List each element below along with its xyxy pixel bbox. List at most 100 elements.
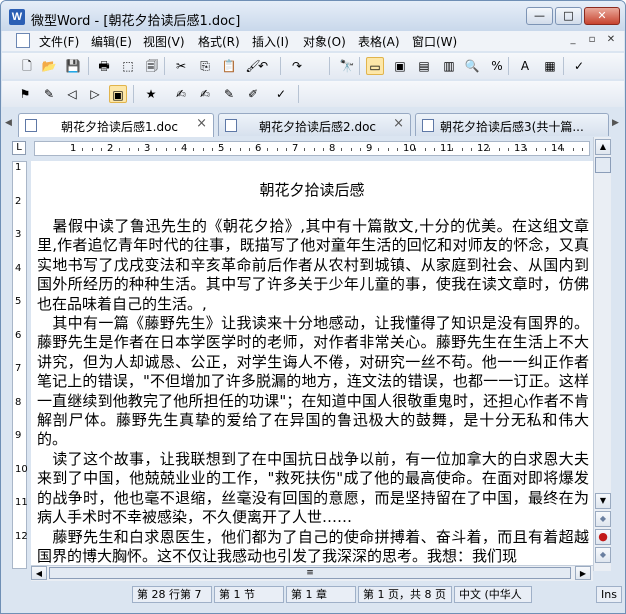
close-button[interactable]: ✕ [584, 7, 620, 25]
ruler-icon[interactable]: ▭ [366, 57, 384, 75]
hscroll-thumb[interactable]: ≡ [49, 567, 571, 579]
document-icon[interactable] [16, 33, 30, 48]
ruler-number: 7 [15, 363, 22, 374]
outline-view-icon[interactable]: ▥ [440, 57, 458, 75]
tab-close-icon[interactable]: × [196, 116, 207, 131]
undo-icon[interactable]: ↶ [254, 57, 272, 75]
maximize-button[interactable]: □ [555, 7, 582, 25]
ruler-tick [544, 148, 546, 151]
word-app-icon: W [9, 9, 25, 25]
note-5-icon[interactable]: ✐ [244, 85, 262, 103]
ruler-tick [137, 148, 139, 151]
prev-page-icon[interactable]: ◆ [595, 511, 611, 527]
ruler-tick [156, 148, 158, 151]
scroll-thumb[interactable] [595, 157, 611, 173]
ruler-tick [572, 148, 574, 151]
cut-icon[interactable]: ✂ [172, 57, 190, 75]
ruler-tick [507, 148, 509, 151]
menu-table[interactable]: 表格(A) [358, 33, 400, 50]
doc-restore-button[interactable]: ▫ [583, 33, 601, 48]
font-color-icon[interactable]: A [516, 57, 534, 75]
comments-icon[interactable]: ✓ [272, 85, 290, 103]
ruler-tick [415, 148, 417, 151]
notes-pane-icon[interactable]: ▣ [109, 85, 127, 103]
ruler-tick [313, 148, 315, 151]
menu-edit[interactable]: 编辑(E) [91, 33, 132, 50]
browse-object-icon[interactable]: ● [595, 529, 611, 545]
paste-icon[interactable]: 📋 [220, 57, 238, 75]
toolbar-separator [359, 57, 360, 75]
note-next-icon[interactable]: ▷ [86, 85, 104, 103]
menu-object[interactable]: 对象(O) [303, 33, 346, 50]
page-view-icon[interactable]: ▤ [415, 57, 433, 75]
ruler-tick [433, 148, 435, 151]
menu-file[interactable]: 文件(F) [39, 33, 79, 50]
insert-note-icon[interactable]: ⚑ [16, 85, 34, 103]
tab-scroll-left-icon[interactable]: ◀ [5, 118, 12, 128]
tab-view-icon[interactable]: ▣ [391, 57, 409, 75]
print-icon[interactable]: 🖶 [95, 57, 113, 75]
scroll-up-button[interactable]: ▲ [595, 139, 611, 155]
paragraph-2: 其中有一篇《藤野先生》让我读来十分地感动，让我懂得了知识是没有国界的。藤野先生是… [37, 314, 589, 449]
horizontal-scrollbar[interactable]: ◀ ≡ ▶ [31, 565, 593, 581]
paragraph-1: 暑假中读了鲁迅先生的《朝花夕拾》,其中有十篇散文,十分的优美。在这组文章里,作者… [37, 217, 589, 313]
title-bar[interactable]: W 微型Word - [朝花夕拾读后感1.doc] — □ ✕ [1, 1, 625, 31]
ruler-tick [359, 148, 361, 151]
ruler-tick [461, 148, 463, 151]
doc-file-icon [225, 119, 237, 132]
redo-icon[interactable]: ↷ [288, 57, 306, 75]
print-preview-icon[interactable]: 🗐 [143, 57, 161, 75]
status-insert-mode[interactable]: Ins [596, 586, 622, 603]
pdf-icon[interactable]: ⬚ [119, 57, 137, 75]
menu-insert[interactable]: 插入(I) [252, 33, 289, 50]
ruler-tick [165, 148, 167, 151]
scroll-right-button[interactable]: ▶ [575, 566, 591, 580]
note-3-icon[interactable]: ✍ [196, 85, 214, 103]
zoom-icon[interactable]: 🔍 [463, 57, 481, 75]
doc-file-icon [422, 119, 434, 132]
menu-window[interactable]: 窗口(W) [412, 33, 457, 50]
doc-minimize-button[interactable]: _ [564, 33, 582, 48]
doc-file-icon [25, 119, 37, 132]
new-doc-icon[interactable]: 🗋 [18, 57, 36, 75]
tab-doc-2[interactable]: 朝花夕拾读后感2.doc × [218, 113, 411, 136]
ruler-tick [82, 148, 84, 151]
ruler-tick [535, 148, 537, 151]
ruler-number: 13 [514, 143, 527, 154]
toolbar-separator [88, 57, 89, 75]
tab-close-icon[interactable]: × [393, 116, 404, 131]
scroll-down-button[interactable]: ▼ [595, 493, 611, 509]
note-prev-icon[interactable]: ◁ [63, 85, 81, 103]
note-2-icon[interactable]: ✍ [172, 85, 190, 103]
menu-view[interactable]: 视图(V) [143, 33, 185, 50]
ruler-tick [174, 148, 176, 151]
open-folder-icon[interactable]: 📂 [40, 57, 58, 75]
document-page[interactable]: 朝花夕拾读后感 暑假中读了鲁迅先生的《朝花夕拾》,其中有十篇散文,十分的优美。在… [31, 161, 593, 571]
vertical-ruler[interactable]: 1 2 3 4 5 6 7 8 9 10 11 12 [12, 161, 28, 569]
save-icon[interactable]: 💾 [64, 57, 82, 75]
ruler-tick [498, 148, 500, 151]
edit-note-icon[interactable]: ✎ [40, 85, 58, 103]
ruler-tick [230, 148, 232, 151]
doc-close-button[interactable]: ✕ [602, 33, 620, 48]
note-1-icon[interactable]: ★ [142, 85, 160, 103]
vertical-scrollbar[interactable]: ▲ ▼ ◆ ● ◆ [593, 137, 611, 571]
percent-icon[interactable]: % [488, 57, 506, 75]
note-4-icon[interactable]: ✎ [220, 85, 238, 103]
tab-label: 朝花夕拾读后感2.doc [259, 120, 377, 134]
find-icon[interactable]: 🔭 [338, 57, 356, 75]
minimize-button[interactable]: — [526, 7, 553, 25]
tab-scroll-right-icon[interactable]: ▶ [612, 118, 619, 128]
tab-doc-1[interactable]: 朝花夕拾读后感1.doc × [18, 113, 214, 137]
ruler-number: 4 [181, 143, 188, 154]
horizontal-ruler[interactable]: 1 2 3 4 5 6 7 8 9 10 11 12 13 14 [34, 141, 590, 156]
picture-icon[interactable]: ▦ [541, 57, 559, 75]
status-chapter: 第 1 章 [286, 586, 356, 603]
spellcheck-icon[interactable]: ✓ [570, 57, 588, 75]
tab-stop-selector[interactable]: L [12, 141, 26, 155]
next-page-icon[interactable]: ◆ [595, 547, 611, 563]
copy-icon[interactable]: ⎘ [196, 57, 214, 75]
menu-format[interactable]: 格式(R) [198, 33, 240, 50]
scroll-left-button[interactable]: ◀ [31, 566, 47, 580]
tab-doc-3[interactable]: 朝花夕拾读后感3(共十篇... [415, 113, 609, 136]
